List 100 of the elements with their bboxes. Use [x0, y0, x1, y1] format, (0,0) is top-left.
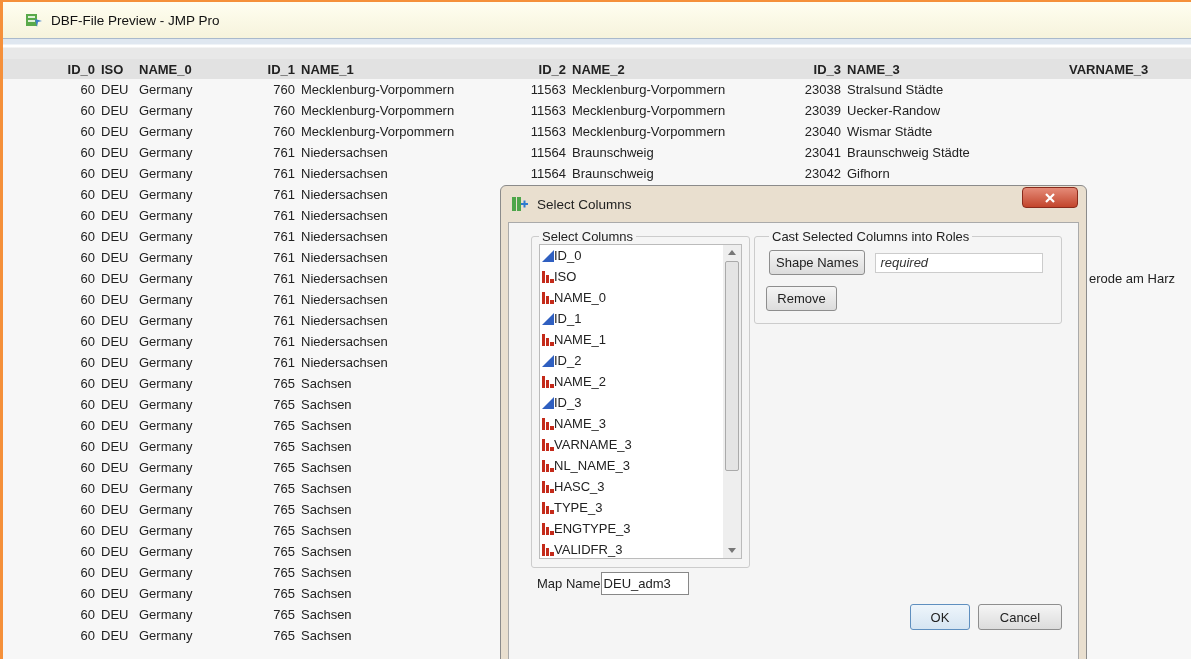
table-cell-text: DEU: [100, 502, 130, 517]
table-cell-text: Niedersachsen: [300, 271, 389, 286]
column-item[interactable]: TYPE_3: [540, 497, 723, 518]
triangle-icon: [542, 354, 554, 367]
table-cell-text: 761: [272, 250, 296, 265]
column-item[interactable]: ENGTYPE_3: [540, 518, 723, 539]
table-cell-text: 11563: [529, 103, 567, 118]
column-item[interactable]: NAME_0: [540, 287, 723, 308]
close-button[interactable]: [1022, 187, 1078, 208]
table-cell-text: 761: [272, 187, 296, 202]
column-item[interactable]: NL_NAME_3: [540, 455, 723, 476]
table-cell-text: 765: [272, 502, 296, 517]
table-cell-text: Germany: [138, 124, 194, 139]
triangle-icon: [542, 396, 554, 409]
table-cell-text: Germany: [138, 229, 194, 244]
table-cell-text: erode am Harz: [1088, 271, 1176, 286]
dialog-button[interactable]: OK: [910, 604, 970, 630]
table-cell-text: Germany: [138, 103, 194, 118]
table-cell-text: Germany: [138, 418, 194, 433]
table-cell-text: 60: [79, 502, 96, 517]
dialog-button[interactable]: Cancel: [978, 604, 1062, 630]
role-field[interactable]: required: [875, 252, 1044, 273]
column-header: ISO: [100, 61, 125, 77]
column-item[interactable]: NAME_3: [540, 413, 723, 434]
table-cell-text: Niedersachsen: [300, 187, 389, 202]
table-cell-text: Mecklenburg-Vorpommern: [571, 124, 727, 139]
column-item[interactable]: NAME_2: [540, 371, 723, 392]
table-cell-text: Germany: [138, 502, 194, 517]
table-cell-text: Germany: [138, 334, 194, 349]
column-item[interactable]: ID_3: [540, 392, 723, 413]
table-cell-text: 765: [272, 418, 296, 433]
table-cell-text: 23039: [803, 103, 842, 118]
app-icon: [25, 12, 43, 28]
table-cell-text: 11564: [529, 166, 567, 181]
column-header: ID_2: [537, 61, 567, 77]
table-cell-text: Sachsen: [300, 607, 353, 622]
scroll-up-icon[interactable]: [728, 250, 736, 255]
bar-chart-icon: [542, 291, 554, 304]
table-cell-text: Sachsen: [300, 628, 353, 643]
table-cell-text: 765: [272, 628, 296, 643]
column-item[interactable]: ID_1: [540, 308, 723, 329]
table-cell-text: 765: [272, 397, 296, 412]
table-cell-text: Germany: [138, 439, 194, 454]
table-cell-text: 23038: [803, 82, 842, 97]
table-cell-text: 60: [79, 103, 96, 118]
table-cell-text: Germany: [138, 292, 194, 307]
table-cell-text: Braunschweig: [571, 166, 655, 181]
table-cell-text: 60: [79, 460, 96, 475]
column-item[interactable]: HASC_3: [540, 476, 723, 497]
table-cell-text: 60: [79, 544, 96, 559]
table-cell-text: 60: [79, 145, 96, 160]
table-cell-text: 23041: [803, 145, 842, 160]
table-cell-text: Uecker-Randow: [846, 103, 942, 118]
table-cell-text: Niedersachsen: [300, 166, 389, 181]
bar-chart-icon: [542, 270, 554, 283]
column-header: ID_3: [812, 61, 842, 77]
column-item[interactable]: NAME_1: [540, 329, 723, 350]
table-cell-text: 60: [79, 523, 96, 538]
table-cell-text: Germany: [138, 523, 194, 538]
table-cell-text: Germany: [138, 376, 194, 391]
column-item[interactable]: ID_0: [540, 245, 723, 266]
table-cell-text: Sachsen: [300, 523, 353, 538]
column-item[interactable]: ID_2: [540, 350, 723, 371]
table-cell-text: 60: [79, 397, 96, 412]
table-cell-text: Sachsen: [300, 418, 353, 433]
table-cell-text: 761: [272, 355, 296, 370]
table-cell-text: DEU: [100, 607, 130, 622]
table-cell-text: Germany: [138, 586, 194, 601]
table-cell-text: 60: [79, 565, 96, 580]
table-cell-text: DEU: [100, 187, 130, 202]
remove-button[interactable]: Remove: [766, 286, 837, 311]
scroll-down-icon[interactable]: [728, 548, 736, 553]
column-item[interactable]: ISO: [540, 266, 723, 287]
table-cell-text: DEU: [100, 523, 130, 538]
table-cell-text: 60: [79, 334, 96, 349]
table-cell-text: 60: [79, 313, 96, 328]
table-cell-text: DEU: [100, 460, 130, 475]
table-cell-text: DEU: [100, 565, 130, 580]
table-cell-text: Sachsen: [300, 544, 353, 559]
table-cell-text: 761: [272, 292, 296, 307]
table-cell-text: Gifhorn: [846, 166, 891, 181]
table-cell-text: Braunschweig: [571, 145, 655, 160]
bar-chart-icon: [542, 522, 554, 535]
table-cell-text: Germany: [138, 544, 194, 559]
map-name-field[interactable]: DEU_adm3: [600, 572, 689, 595]
table-cell-text: Germany: [138, 166, 194, 181]
scrollbar-thumb[interactable]: [725, 261, 739, 471]
bar-chart-icon: [542, 375, 554, 388]
shape-names-button[interactable]: Shape Names: [769, 250, 866, 275]
table-cell-text: 765: [272, 523, 296, 538]
column-header: NAME_0: [138, 61, 193, 77]
table-cell-text: 60: [79, 208, 96, 223]
table-cell-text: Sachsen: [300, 586, 353, 601]
table-cell-text: Braunschweig Städte: [846, 145, 971, 160]
table-cell-text: Germany: [138, 313, 194, 328]
bar-chart-icon: [542, 480, 554, 493]
column-item[interactable]: VARNAME_3: [540, 434, 723, 455]
column-header: NAME_1: [300, 61, 355, 77]
table-cell-text: Germany: [138, 208, 194, 223]
column-item[interactable]: VALIDFR_3: [540, 539, 723, 558]
